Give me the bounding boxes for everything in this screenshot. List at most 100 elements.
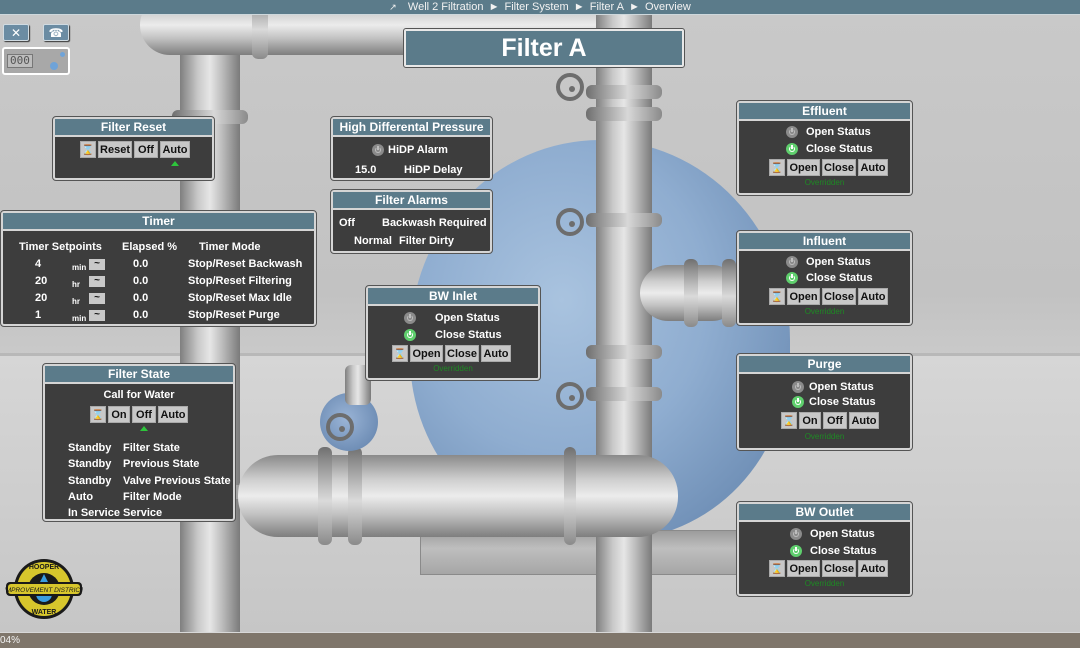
override-status: Overridden xyxy=(804,432,845,441)
state-label: Filter Mode xyxy=(123,491,182,503)
handwheel-icon xyxy=(556,73,584,101)
setpoint-unit: hr xyxy=(72,297,80,306)
edit-setpoint-button[interactable]: ~ xyxy=(89,276,105,287)
counter-widget[interactable]: 000 xyxy=(2,47,70,75)
open-button[interactable]: Open xyxy=(787,560,820,577)
panel-title: Effluent xyxy=(739,103,910,121)
pipe-flange xyxy=(318,447,332,545)
operator-button[interactable]: ☎ xyxy=(43,24,69,41)
elapsed-value: 0.0 xyxy=(133,258,149,270)
close-x-icon: ✕ xyxy=(10,26,22,40)
auto-button[interactable]: Auto xyxy=(849,412,879,429)
handwheel-icon xyxy=(556,382,584,410)
on-button[interactable]: On xyxy=(799,412,821,429)
hidp-alarm-label: HiDP Alarm xyxy=(388,144,448,156)
hourglass-button[interactable]: ⌛ xyxy=(90,406,106,423)
open-status-label: Open Status xyxy=(809,381,874,393)
close-status-label: Close Status xyxy=(435,329,502,341)
hourglass-button[interactable]: ⌛ xyxy=(769,159,785,176)
hourglass-button[interactable]: ⌛ xyxy=(80,141,96,158)
open-status-label: Open Status xyxy=(810,528,875,540)
setpoint-value: 20 xyxy=(35,292,48,304)
elapsed-value: 0.0 xyxy=(133,275,149,287)
pipe-flange xyxy=(348,447,362,545)
close-status-label: Close Status xyxy=(810,545,877,557)
close-status-label: Close Status xyxy=(809,396,876,408)
hourglass-button[interactable]: ⌛ xyxy=(781,412,797,429)
close-status-indicator-icon xyxy=(786,143,798,155)
close-button[interactable]: Close xyxy=(822,159,856,176)
col-header-setpoints: Timer Setpoints xyxy=(19,241,102,253)
state-value: Standby xyxy=(68,442,112,454)
purge-panel: Purge Open Status Close Status ⌛ On Off … xyxy=(736,353,913,451)
close-button[interactable]: Close xyxy=(445,345,479,362)
reset-button[interactable]: Reset xyxy=(98,141,132,158)
off-button[interactable]: Off xyxy=(132,406,156,423)
counter-digits: 000 xyxy=(7,54,33,68)
open-status-indicator-icon xyxy=(792,381,804,393)
on-button[interactable]: On xyxy=(108,406,130,423)
handwheel-icon xyxy=(556,208,584,236)
hourglass-button[interactable]: ⌛ xyxy=(392,345,408,362)
off-button[interactable]: Off xyxy=(823,412,847,429)
timer-mode: Stop/Reset Backwash xyxy=(188,258,303,270)
call-for-water-label: Call for Water xyxy=(103,389,175,401)
handwheel-icon xyxy=(326,413,354,441)
selected-indicator-icon xyxy=(171,161,179,166)
close-x-button[interactable]: ✕ xyxy=(3,24,29,41)
pipe-flange xyxy=(586,107,662,121)
pipe-flange xyxy=(586,85,662,99)
pipe-flange xyxy=(586,387,662,401)
navigate-up-icon[interactable]: ↗ xyxy=(389,2,397,12)
auto-button[interactable]: Auto xyxy=(481,345,511,362)
open-button[interactable]: Open xyxy=(787,159,820,176)
auto-button[interactable]: Auto xyxy=(158,406,188,423)
auto-button[interactable]: Auto xyxy=(858,560,888,577)
setpoint-unit: min xyxy=(72,263,87,272)
edit-setpoint-button[interactable]: ~ xyxy=(89,293,105,304)
logo-bottom-text: WATER xyxy=(32,609,57,616)
open-status-indicator-icon xyxy=(790,528,802,540)
open-status-indicator-icon xyxy=(786,126,798,138)
alarm-value: Normal xyxy=(354,235,392,247)
panel-title: BW Inlet xyxy=(368,288,538,306)
hourglass-button[interactable]: ⌛ xyxy=(769,288,785,305)
breadcrumb-item-filter-a[interactable]: Filter A xyxy=(590,1,624,13)
off-button[interactable]: Off xyxy=(134,141,158,158)
effluent-panel: Effluent Open Status Close Status ⌛ Open… xyxy=(736,100,913,196)
alarm-label: Backwash Required xyxy=(382,217,487,229)
influent-panel: Influent Open Status Close Status ⌛ Open… xyxy=(736,230,913,326)
breadcrumb-item-filter-system[interactable]: Filter System xyxy=(505,1,569,13)
state-value: In Service xyxy=(68,507,120,519)
close-button[interactable]: Close xyxy=(822,560,856,577)
pipe-flange xyxy=(722,259,736,327)
close-status-indicator-icon xyxy=(404,329,416,341)
panel-title: BW Outlet xyxy=(739,504,910,522)
auto-button[interactable]: Auto xyxy=(858,288,888,305)
zoom-level: 04% xyxy=(0,635,21,646)
open-button[interactable]: Open xyxy=(410,345,443,362)
timer-mode: Stop/Reset Purge xyxy=(188,309,280,321)
auto-button[interactable]: Auto xyxy=(160,141,190,158)
setpoint-value: 1 xyxy=(35,309,42,321)
state-label: Filter State xyxy=(123,442,180,454)
close-status-indicator-icon xyxy=(792,396,804,408)
state-label: Service xyxy=(123,507,163,519)
panel-title: Filter State xyxy=(45,366,233,384)
open-status-indicator-icon xyxy=(786,256,798,268)
filter-alarms-panel: Filter Alarms Off Backwash Required Norm… xyxy=(330,189,493,254)
elapsed-value: 0.0 xyxy=(133,292,149,304)
edit-setpoint-button[interactable]: ~ xyxy=(89,259,105,270)
open-button[interactable]: Open xyxy=(787,288,820,305)
filter-reset-panel: Filter Reset ⌛ Reset Off Auto xyxy=(52,116,215,181)
state-value: Standby xyxy=(68,475,112,487)
auto-button[interactable]: Auto xyxy=(858,159,888,176)
breadcrumb-item-well2-filtration[interactable]: Well 2 Filtration xyxy=(408,1,484,13)
close-button[interactable]: Close xyxy=(822,288,856,305)
hidp-delay-value[interactable]: 15.0 xyxy=(355,163,376,177)
edit-setpoint-button[interactable]: ~ xyxy=(89,310,105,321)
status-bar: 04% xyxy=(0,632,1080,648)
hourglass-button[interactable]: ⌛ xyxy=(769,560,785,577)
alarm-label: Filter Dirty xyxy=(399,235,455,247)
panel-title: Purge xyxy=(739,356,910,374)
